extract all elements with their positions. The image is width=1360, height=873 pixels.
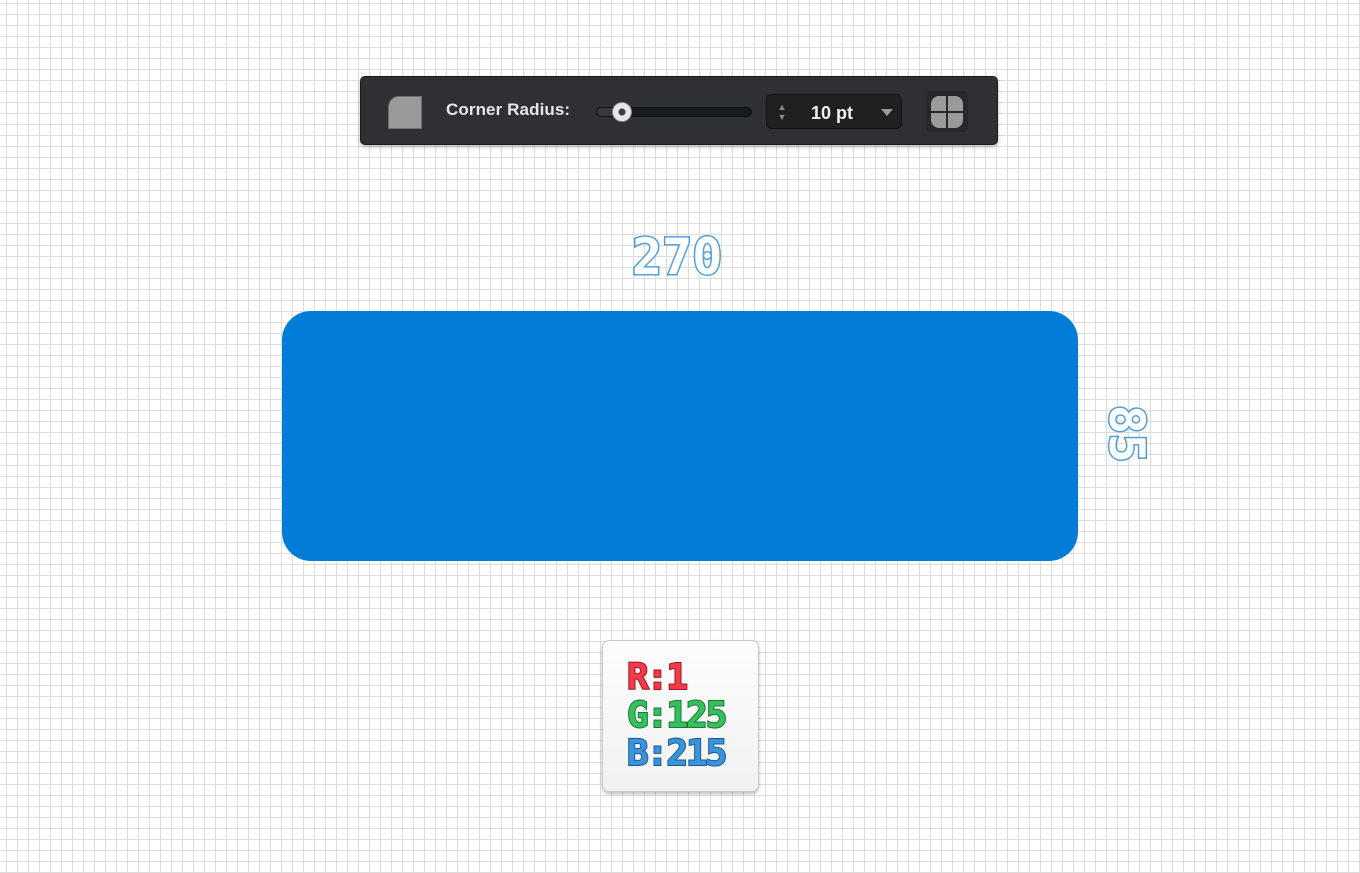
rgb-color-card: R:1 G:125 B:215 [602, 640, 759, 792]
blue-value: B:215 [626, 733, 728, 775]
rounded-corner-icon [388, 96, 422, 129]
independent-corners-icon [931, 96, 963, 128]
blue-rounded-rectangle[interactable] [282, 311, 1078, 561]
width-dimension-label: 270 [630, 227, 723, 288]
corner-radius-value[interactable]: 10 pt [811, 103, 853, 124]
corner-radius-label: Corner Radius: [446, 100, 571, 119]
corner-radius-toolbar: Corner Radius: ▲ ▼ 10 pt [360, 76, 998, 145]
red-value: R:1 [626, 657, 689, 699]
green-value: G:125 [626, 695, 728, 737]
up-down-arrows-icon[interactable]: ▲ ▼ [776, 102, 788, 122]
independent-corners-button[interactable] [926, 91, 968, 132]
height-dimension-label: 85 [1097, 404, 1156, 465]
corner-radius-stepper[interactable]: ▲ ▼ 10 pt [766, 94, 902, 129]
slider-thumb[interactable] [611, 102, 632, 122]
corner-radius-slider[interactable] [596, 102, 752, 122]
chevron-down-icon[interactable] [881, 109, 893, 116]
